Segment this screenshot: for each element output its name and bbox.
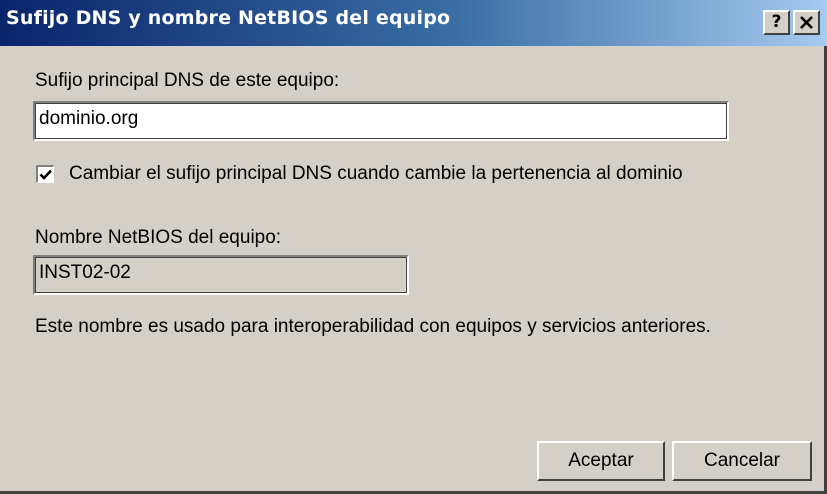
- help-button[interactable]: ?: [763, 10, 790, 35]
- netbios-label: Nombre NetBIOS del equipo:: [35, 227, 282, 248]
- change-suffix-checkbox[interactable]: [36, 165, 54, 183]
- window-title: Sufijo DNS y nombre NetBIOS del equipo: [6, 7, 451, 29]
- dns-suffix-label: Sufijo principal DNS de este equipo:: [35, 70, 340, 91]
- dns-suffix-dialog: Sufijo DNS y nombre NetBIOS del equipo ?…: [0, 0, 827, 494]
- close-icon: [800, 16, 813, 29]
- dns-suffix-input[interactable]: dominio.org: [33, 101, 729, 141]
- change-suffix-label[interactable]: Cambiar el sufijo principal DNS cuando c…: [69, 163, 683, 185]
- netbios-name-field: INST02-02: [33, 255, 409, 295]
- close-button[interactable]: [793, 10, 820, 35]
- cancel-button[interactable]: Cancelar: [672, 441, 812, 481]
- checkmark-icon: [39, 169, 52, 180]
- title-bar[interactable]: Sufijo DNS y nombre NetBIOS del equipo ?: [0, 0, 827, 46]
- ok-button[interactable]: Aceptar: [537, 441, 665, 481]
- info-text: Este nombre es usado para interoperabili…: [35, 316, 711, 337]
